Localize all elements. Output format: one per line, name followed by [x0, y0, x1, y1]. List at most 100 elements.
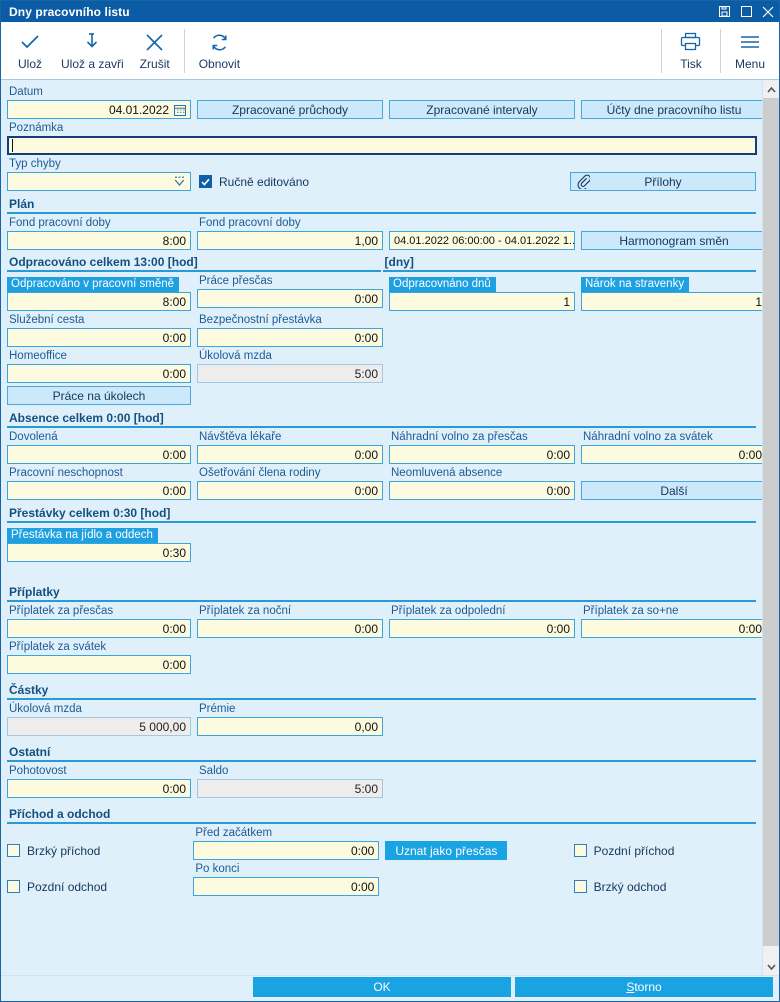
bezpecnostni-prestavka-field: Bezpečnostní přestávka 0:00: [197, 313, 383, 347]
prilohy-button[interactable]: Přílohy: [570, 172, 756, 191]
calendar-icon[interactable]: [174, 104, 186, 116]
rucne-editovano-label: Ručně editováno: [219, 174, 310, 189]
neomluvena-absence-field: Neomluvená absence 0:00: [389, 466, 575, 500]
fond-hod-value: 8:00: [162, 233, 186, 248]
odpracovano-dnu-value: 1: [563, 294, 570, 309]
priplatek-nocni-input[interactable]: 0:00: [197, 619, 383, 638]
typ-chyby-row: Typ chyby Ručně editováno Přílohy: [7, 157, 756, 191]
restore-icon[interactable]: [713, 1, 735, 22]
prace-na-ukolech-button[interactable]: Práce na úkolech: [7, 386, 191, 405]
ucty-dne-button[interactable]: Účty dne pracovního listu: [581, 100, 762, 119]
osetrovani-clena-rodiny-input[interactable]: 0:00: [197, 481, 383, 500]
spacer-label-6: [389, 216, 575, 231]
scrollbar-track[interactable]: [763, 98, 779, 958]
neomluvena-absence-input[interactable]: 0:00: [389, 481, 575, 500]
priplatek-prescas-input[interactable]: 0:00: [7, 619, 191, 638]
checkmark-icon: [199, 175, 212, 188]
section-odpracovano-title: Odpracováno celkem 13:00 [hod]: [7, 254, 381, 272]
dalsi-button[interactable]: Další: [581, 481, 762, 500]
odpracovano-smene-input[interactable]: 8:00: [7, 292, 191, 311]
typ-chyby-label: Typ chyby: [9, 158, 61, 170]
cancel-x-icon: [145, 29, 164, 55]
fond-hod-input[interactable]: 8:00: [7, 231, 191, 250]
datum-input[interactable]: 04.01.2022: [7, 100, 191, 119]
odpracovano-smene-label: Odpracováno v pracovní směně: [7, 277, 180, 292]
nahradni-volno-svatek-label: Náhradní volno za svátek: [583, 431, 713, 443]
datum-row: Datum 04.01.2022 Zpracované průchody Zpr…: [7, 85, 762, 119]
typ-chyby-input[interactable]: [7, 172, 191, 191]
pred-zacatkem-input[interactable]: 0:00: [193, 841, 380, 860]
osetrovani-clena-rodiny-label: Ošetřování člena rodiny: [199, 467, 321, 479]
nahradni-volno-svatek-input[interactable]: 0:00: [581, 445, 762, 464]
storno-button[interactable]: Storno: [515, 977, 773, 997]
scrollbar-thumb[interactable]: [763, 98, 779, 946]
homeoffice-value: 0:00: [162, 366, 186, 381]
priplatek-nocni-field: Příplatek za noční 0:00: [197, 604, 383, 638]
close-icon[interactable]: [757, 1, 779, 22]
prestavka-jidlo-input[interactable]: 0:30: [7, 543, 191, 562]
maximize-icon[interactable]: [735, 1, 757, 22]
neomluvena-absence-value: 0:00: [546, 483, 570, 498]
dialog-window: Dny pracovního listu Ulož Ulož a zavři Z…: [0, 0, 780, 1002]
priplatek-svatek-value: 0:00: [162, 657, 186, 672]
priplatek-nocni-label: Příplatek za noční: [199, 605, 292, 617]
print-button[interactable]: Tisk: [668, 25, 714, 79]
ok-button[interactable]: OK: [253, 977, 511, 997]
storno-rest-label: torno: [634, 980, 662, 994]
scroll-down-icon[interactable]: [763, 958, 779, 975]
navsteva-lekare-input[interactable]: 0:00: [197, 445, 383, 464]
fond-dny-value: 1,00: [354, 233, 378, 248]
pracovni-neschopnost-input[interactable]: 0:00: [7, 481, 191, 500]
cancel-button[interactable]: Zrušit: [132, 25, 178, 79]
chevron-down-icon[interactable]: [173, 176, 186, 190]
toolbar: Ulož Ulož a zavři Zrušit Obnovit Tisk Me…: [1, 22, 779, 80]
dialog-footer: OK Storno: [1, 975, 779, 1001]
brzky-odchod-checkbox[interactable]: Brzký odchod: [573, 877, 756, 896]
vertical-scrollbar[interactable]: [762, 81, 779, 975]
prace-prescas-value: 0:00: [354, 291, 378, 306]
homeoffice-input[interactable]: 0:00: [7, 364, 191, 383]
zpracovane-intervaly-button[interactable]: Zpracované intervaly: [389, 100, 575, 119]
harmonogram-smen-button[interactable]: Harmonogram směn: [581, 231, 762, 250]
dovolena-input[interactable]: 0:00: [7, 445, 191, 464]
save-button[interactable]: Ulož: [7, 25, 53, 79]
premie-input[interactable]: 0,00: [197, 717, 383, 736]
priplatek-svatek-input[interactable]: 0:00: [7, 655, 191, 674]
odpracovano-dnu-input[interactable]: 1: [389, 292, 575, 311]
prilohy-button-label: Přílohy: [644, 174, 682, 189]
prace-prescas-input[interactable]: 0:00: [197, 289, 383, 308]
narok-stravenky-input[interactable]: 1: [581, 292, 762, 311]
prestavka-jidlo-label: Přestávka na jídlo a oddech: [7, 528, 158, 543]
plan-interval-input[interactable]: 04.01.2022 06:00:00 - 04.01.2022 1...: [389, 231, 575, 250]
save-and-close-button[interactable]: Ulož a zavři: [53, 25, 132, 79]
nahradni-volno-svatek-field: Náhradní volno za svátek 0:00: [581, 430, 762, 464]
nahradni-volno-prescas-input[interactable]: 0:00: [389, 445, 575, 464]
nahradni-volno-prescas-label: Náhradní volno za přesčas: [391, 431, 528, 443]
pohotovost-input[interactable]: 0:00: [7, 779, 191, 798]
priplatek-odpoledni-input[interactable]: 0:00: [389, 619, 575, 638]
uznat-jako-prescas-button[interactable]: Uznat jako přesčas: [385, 841, 508, 860]
section-prestavky-title: Přestávky celkem 0:30 [hod]: [7, 505, 756, 523]
pracovni-neschopnost-value: 0:00: [162, 483, 186, 498]
po-konci-input[interactable]: 0:00: [193, 877, 380, 896]
menu-button[interactable]: Menu: [727, 25, 773, 79]
pozdni-prichod-checkbox[interactable]: Pozdní příchod: [573, 841, 756, 860]
poznamka-input[interactable]: [7, 136, 757, 155]
rucne-editovano-checkbox[interactable]: Ručně editováno: [199, 172, 309, 191]
sluzebni-cesta-input[interactable]: 0:00: [7, 328, 191, 347]
brzky-prichod-checkbox[interactable]: Brzký příchod: [7, 841, 187, 860]
brzky-prichod-label: Brzký příchod: [27, 843, 101, 858]
prestavka-jidlo-value: 0:30: [162, 545, 186, 560]
po-konci-value: 0:00: [351, 879, 375, 894]
bezpecnostni-prestavka-label: Bezpečnostní přestávka: [199, 314, 322, 326]
form-pane: Datum 04.01.2022 Zpracované průchody Zpr…: [1, 81, 762, 975]
refresh-button[interactable]: Obnovit: [191, 25, 248, 79]
pozdni-odchod-checkbox[interactable]: Pozdní odchod: [7, 877, 187, 896]
sluzebni-cesta-label: Služební cesta: [9, 314, 85, 326]
uznat-prescas-field: Uznat jako přesčas: [385, 826, 567, 860]
zpracovane-pruchody-button[interactable]: Zpracované průchody: [197, 100, 383, 119]
bezpecnostni-prestavka-input[interactable]: 0:00: [197, 328, 383, 347]
priplatek-sone-input[interactable]: 0:00: [581, 619, 762, 638]
scroll-up-icon[interactable]: [763, 81, 779, 98]
fond-dny-input[interactable]: 1,00: [197, 231, 383, 250]
